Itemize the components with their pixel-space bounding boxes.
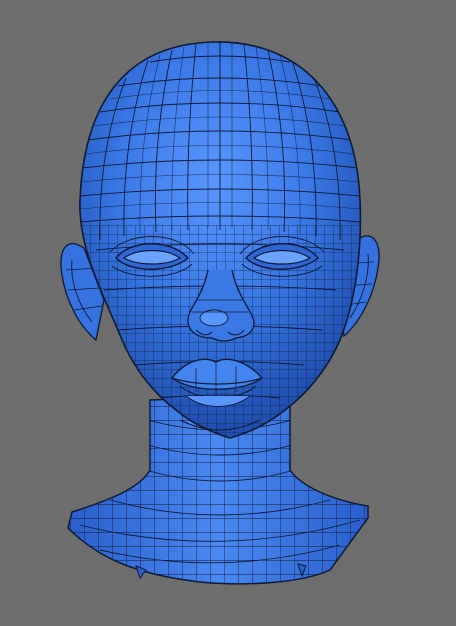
3d-viewport[interactable] [0, 0, 456, 626]
head-mesh-render [60, 41, 380, 585]
